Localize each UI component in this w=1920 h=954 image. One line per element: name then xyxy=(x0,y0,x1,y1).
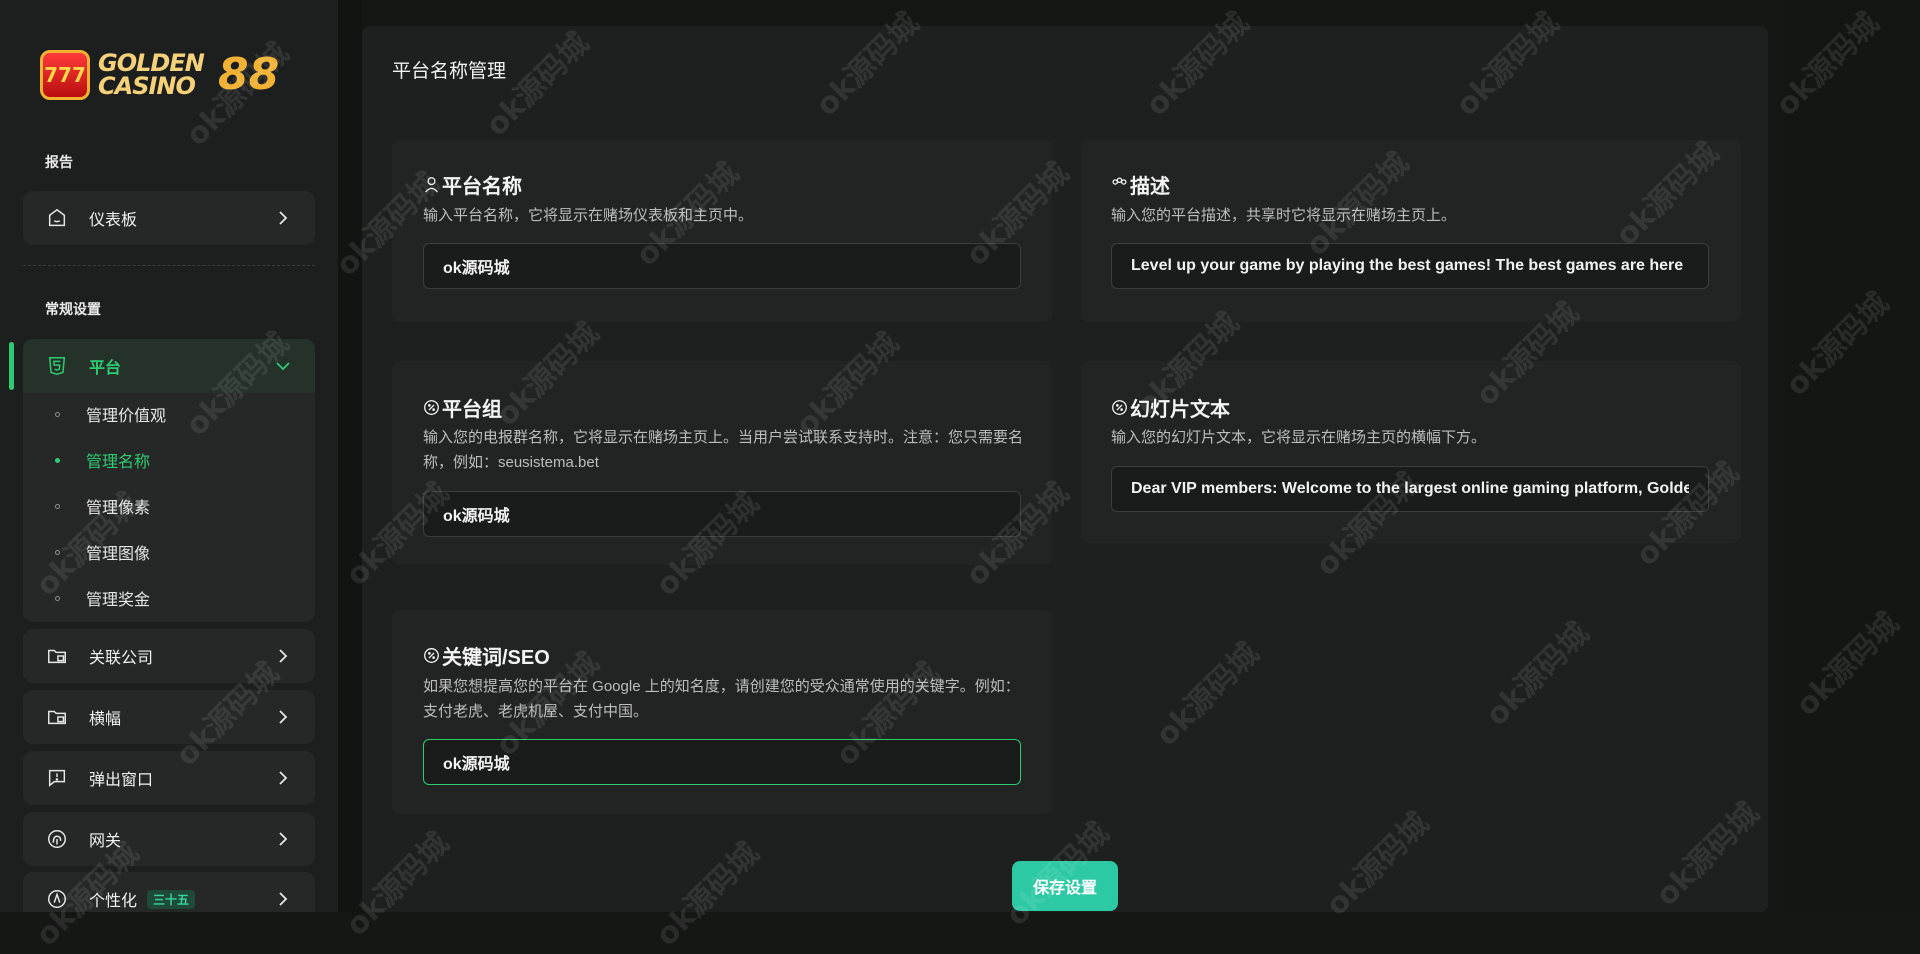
sidebar-subitem[interactable]: 管理图像 xyxy=(55,540,150,564)
sidebar-item-gateway[interactable]: 网关 xyxy=(23,812,315,866)
badge-percent-icon xyxy=(424,400,439,415)
card-slide-text xyxy=(1081,361,1741,543)
folder-icon xyxy=(45,644,69,668)
card-desc-slide-text: 输入您的幻灯片文本，它将显示在赌场主页的横幅下方。 xyxy=(1111,429,1487,446)
card-title-seo: 关键词/SEO xyxy=(423,641,550,670)
background-strip xyxy=(1778,0,1920,912)
sidebar-subitem-label: 管理名称 xyxy=(86,454,151,471)
chevron-right-icon xyxy=(279,710,288,724)
folder-image-icon xyxy=(45,705,69,729)
html5-icon xyxy=(45,354,69,378)
active-indicator xyxy=(9,342,14,390)
chevron-right-icon xyxy=(279,892,288,906)
chevron-right-icon xyxy=(279,832,288,846)
sidebar-subitem[interactable]: 管理名称 xyxy=(55,448,150,472)
message-alert-icon xyxy=(45,766,69,790)
logo-text: GOLDEN CASINO xyxy=(98,51,205,100)
sidebar-subitem-label: 管理价值观 xyxy=(86,408,167,425)
bullet-icon xyxy=(55,503,60,509)
description-input[interactable] xyxy=(1111,243,1709,289)
card-desc-platform-name: 输入平台名称，它将显示在赌场仪表板和主页中。 xyxy=(423,207,754,224)
card-title-text: 平台名称 xyxy=(442,176,522,198)
section-label-general: 常规设置 xyxy=(45,301,101,317)
card-title-text: 描述 xyxy=(1130,176,1170,198)
card-title-text: 平台组 xyxy=(442,399,502,421)
sidebar-item-label: 弹出窗口 xyxy=(89,772,154,789)
sidebar-item-label: 关联公司 xyxy=(89,650,154,667)
chevron-right-icon xyxy=(279,211,288,225)
sidebar-divider xyxy=(23,265,315,266)
gutter xyxy=(338,0,362,912)
bullet-icon xyxy=(55,595,60,601)
card-title-platform-group: 平台组 xyxy=(423,393,502,422)
sidebar: 777 GOLDEN CASINO 88 报告 仪表板 常规设置 平台 管理价值… xyxy=(0,0,338,912)
sidebar-item-label: 个性化 xyxy=(89,893,138,910)
brand-logo[interactable]: 777 GOLDEN CASINO 88 xyxy=(40,50,290,102)
sidebar-subitem-label: 管理奖金 xyxy=(86,592,151,609)
platform-group-input[interactable] xyxy=(423,491,1021,537)
section-label-report: 报告 xyxy=(45,154,73,170)
sidebar-item-banners[interactable]: 横幅 xyxy=(23,690,315,744)
sidebar-item-label: 平台 xyxy=(89,360,122,377)
palette-icon xyxy=(45,887,69,911)
card-desc-seo: 如果您想提高您的平台在 Google 上的知名度，请创建您的受众通常使用的关键字… xyxy=(423,678,1020,720)
card-desc-description: 输入您的平台描述，共享时它将显示在赌场主页上。 xyxy=(1111,207,1457,224)
sidebar-item-affiliates[interactable]: 关联公司 xyxy=(23,629,315,683)
sidebar-subitem-label: 管理像素 xyxy=(86,500,151,517)
user-icon xyxy=(425,177,438,193)
card-title-text: 关键词/SEO xyxy=(442,647,550,669)
card-description xyxy=(1081,140,1741,322)
card-desc-platform-group: 输入您的电报群名称，它将显示在赌场主页上。当用户尝试联系支持时。注意：您只需要名… xyxy=(423,429,1024,471)
bullet-icon xyxy=(55,549,60,555)
card-title-text: 幻灯片文本 xyxy=(1130,399,1230,421)
seo-keywords-input[interactable] xyxy=(423,739,1021,785)
bullet-icon xyxy=(55,411,60,417)
sidebar-group-platform: 平台 管理价值观管理名称管理像素管理图像管理奖金 xyxy=(23,339,315,622)
save-settings-button[interactable]: 保存设置 xyxy=(1012,861,1118,911)
badge-percent-icon xyxy=(424,648,439,663)
card-platform-name xyxy=(392,140,1052,322)
chevron-down-icon xyxy=(276,362,290,371)
bullet-icon xyxy=(55,457,60,463)
sidebar-item-personalize[interactable]: 个性化 三十五 xyxy=(23,872,315,912)
logo-number: 88 xyxy=(218,49,280,100)
card-title-platform-name: 平台名称 xyxy=(423,170,522,199)
personalize-badge: 三十五 xyxy=(147,889,196,909)
sidebar-item-platform[interactable]: 平台 xyxy=(23,339,315,393)
sidebar-subitem[interactable]: 管理价值观 xyxy=(55,402,166,426)
users-icon xyxy=(1112,177,1127,185)
sidebar-subitem[interactable]: 管理像素 xyxy=(55,494,150,518)
logo-line-2: CASINO xyxy=(98,72,196,100)
sidebar-subitem[interactable]: 管理奖金 xyxy=(55,586,150,610)
sidebar-item-label: 仪表板 xyxy=(89,212,138,229)
sidebar-item-dashboard[interactable]: 仪表板 xyxy=(23,191,315,245)
chevron-right-icon xyxy=(279,649,288,663)
sidebar-item-label: 网关 xyxy=(89,833,122,850)
fingerprint-icon xyxy=(45,827,69,851)
platform-name-input[interactable] xyxy=(423,243,1021,289)
sidebar-item-label: 横幅 xyxy=(89,711,122,728)
slide-text-input[interactable] xyxy=(1111,466,1709,512)
sidebar-subitem-label: 管理图像 xyxy=(86,546,151,563)
page-title: 平台名称管理 xyxy=(392,61,507,82)
logo-badge: 777 xyxy=(40,50,90,100)
card-title-slide-text: 幻灯片文本 xyxy=(1111,393,1230,422)
chevron-right-icon xyxy=(279,771,288,785)
badge-percent-icon xyxy=(1112,400,1127,415)
dashboard-icon xyxy=(45,206,69,230)
card-title-description: 描述 xyxy=(1111,170,1170,199)
sidebar-item-popups[interactable]: 弹出窗口 xyxy=(23,751,315,805)
